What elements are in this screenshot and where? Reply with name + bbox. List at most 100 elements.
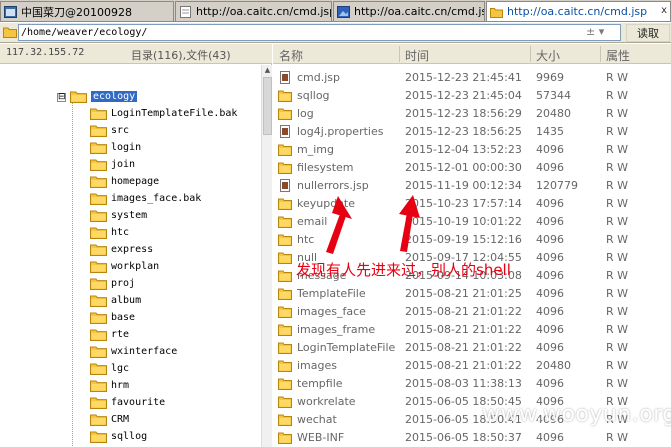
file-size: 4096 <box>536 305 564 318</box>
tree-item[interactable]: images_face.bak <box>90 190 201 207</box>
file-row[interactable]: log 2015-12-23 18:56:29 20480 R W <box>273 105 671 123</box>
tree-item[interactable]: LoginTemplateFile.bak <box>90 105 237 122</box>
tree-item-label: wxinterface <box>111 346 178 357</box>
column-divider[interactable] <box>530 46 531 62</box>
tab-label: http://oa.caitc.cn/cmd.jsp <box>354 5 485 18</box>
file-attr: R W <box>606 323 629 336</box>
tree-item[interactable]: sqllog <box>90 428 147 445</box>
file-time: 2015-10-23 17:57:14 <box>405 197 522 210</box>
column-divider[interactable] <box>399 46 400 62</box>
file-row[interactable]: tempfile 2015-08-03 11:38:13 4096 R W <box>273 375 671 393</box>
tree-item[interactable]: homepage <box>90 173 159 190</box>
tree-item[interactable]: hrm <box>90 377 129 394</box>
folder-icon <box>278 234 292 246</box>
tree-scrollbar[interactable]: ▲ <box>261 65 272 447</box>
file-row[interactable]: m_img 2015-12-04 13:52:23 4096 R W <box>273 141 671 159</box>
file-row[interactable]: log4j.properties 2015-12-23 18:56:25 1435 R… <box>273 123 671 141</box>
file-row[interactable]: htc 2015-09-19 15:12:16 4096 R W <box>273 231 671 249</box>
scrollbar-thumb[interactable] <box>263 77 272 135</box>
server-ip: 117.32.155.72 <box>6 47 85 58</box>
path-input[interactable]: /home/weaver/ecology/ <box>18 24 621 41</box>
tab-app[interactable]: 中国菜刀@20100928 <box>0 1 174 21</box>
tree-item[interactable]: system <box>90 207 147 224</box>
folder-icon <box>90 108 107 120</box>
file-row[interactable]: filesystem 2015-12-01 00:00:30 4096 R W <box>273 159 671 177</box>
tree-item[interactable]: join <box>90 156 135 173</box>
folder-icon <box>90 125 107 137</box>
file-size: 4096 <box>536 143 564 156</box>
tree-item[interactable]: proj <box>90 275 135 292</box>
file-row[interactable]: TemplateFile 2015-08-21 21:01:25 4096 R W <box>273 285 671 303</box>
tree-item[interactable]: htc <box>90 224 129 241</box>
tree-item[interactable]: lgc <box>90 360 129 377</box>
folder-icon <box>90 380 107 392</box>
file-row[interactable]: images_frame 2015-08-21 21:01:22 4096 R W <box>273 321 671 339</box>
tree-item[interactable]: wxinterface <box>90 343 177 360</box>
tree-item-label: LoginTemplateFile.bak <box>111 108 238 119</box>
tree-item-label: src <box>111 125 130 136</box>
file-row[interactable]: email 2015-10-19 10:01:22 4096 R W <box>273 213 671 231</box>
file-row[interactable]: images 2015-08-21 21:01:22 20480 R W <box>273 357 671 375</box>
folder-icon <box>90 159 107 171</box>
tab-cmd-3[interactable]: http://oa.caitc.cn/cmd.jsp x <box>486 1 671 21</box>
column-size[interactable]: 大小 <box>536 47 560 64</box>
folder-icon <box>278 270 292 282</box>
collapse-toggle[interactable]: ⊟ <box>57 93 66 102</box>
tree-item-root[interactable]: ecology <box>70 88 138 105</box>
folder-icon <box>90 346 107 358</box>
file-row[interactable]: LoginTemplateFile 2015-08-21 21:01:22 4096… <box>273 339 671 357</box>
tree-item-label: hrm <box>111 380 130 391</box>
tree-item[interactable]: login <box>90 139 141 156</box>
file-size: 4096 <box>536 323 564 336</box>
file-attr: R W <box>606 161 629 174</box>
directory-tree: ⊟ ecology LoginTemplateFile.bak src login jo… <box>0 65 262 447</box>
file-time: 2015-12-23 18:56:25 <box>405 125 522 138</box>
tab-cmd-1[interactable]: http://oa.caitc.cn/cmd.jsp <box>175 1 332 21</box>
path-bar: /home/weaver/ecology/ ± ▾ 读取 <box>0 23 671 43</box>
file-name: log4j.properties <box>297 125 384 138</box>
folder-icon <box>490 7 503 18</box>
tab-label: http://oa.caitc.cn/cmd.jsp <box>196 5 332 18</box>
file-attr: R W <box>606 143 629 156</box>
file-size: 4096 <box>536 161 564 174</box>
annotation-text: 发现有人先进来过，别人的shell <box>296 261 511 279</box>
file-time: 2015-08-21 21:01:22 <box>405 323 522 336</box>
tree-item[interactable]: express <box>90 241 153 258</box>
tree-item[interactable]: favourite <box>90 394 165 411</box>
file-row[interactable]: images_face 2015-08-21 21:01:22 4096 R W <box>273 303 671 321</box>
column-name[interactable]: 名称 <box>279 47 303 64</box>
tab-cmd-2[interactable]: http://oa.caitc.cn/cmd.jsp <box>333 1 485 21</box>
file-size: 4096 <box>536 251 564 264</box>
tree-item[interactable]: src <box>90 122 129 139</box>
tree-connector <box>72 103 73 447</box>
file-time: 2015-08-21 21:01:25 <box>405 287 522 300</box>
tree-item[interactable]: workplan <box>90 258 159 275</box>
tree-item[interactable]: base <box>90 309 135 326</box>
file-row[interactable]: cmd.jsp 2015-12-23 21:45:41 9969 R W <box>273 69 671 87</box>
file-row[interactable]: sqllog 2015-12-23 21:45:04 57344 R W <box>273 87 671 105</box>
file-attr: R W <box>606 251 629 264</box>
file-attr: R W <box>606 377 629 390</box>
folder-icon <box>90 261 107 273</box>
column-headers: 名称 时间 大小 属性 <box>273 44 671 64</box>
file-row[interactable]: nullerrors.jsp 2015-11-19 00:12:34 120779 R… <box>273 177 671 195</box>
file-name: LoginTemplateFile <box>297 341 396 354</box>
tree-item[interactable]: album <box>90 292 141 309</box>
file-size: 9969 <box>536 71 564 84</box>
file-row[interactable]: WEB-INF 2015-06-05 18:50:37 4096 R W <box>273 429 671 447</box>
file-name: TemplateFile <box>297 287 366 300</box>
path-dropdown[interactable]: ± ▾ <box>586 25 604 38</box>
tree-item[interactable]: rte <box>90 326 129 343</box>
column-attr[interactable]: 属性 <box>606 47 630 64</box>
file-attr: R W <box>606 233 629 246</box>
close-icon[interactable]: x <box>661 5 667 16</box>
read-button[interactable]: 读取 <box>626 24 670 42</box>
column-time[interactable]: 时间 <box>405 47 429 64</box>
file-name: keyupdate <box>297 197 356 210</box>
folder-icon <box>278 324 292 336</box>
file-row[interactable]: keyupdate 2015-10-23 17:57:14 4096 R W <box>273 195 671 213</box>
tree-item[interactable]: CRM <box>90 411 129 428</box>
file-attr: R W <box>606 287 629 300</box>
scroll-up-icon[interactable]: ▲ <box>263 66 272 75</box>
column-divider[interactable] <box>600 46 601 62</box>
